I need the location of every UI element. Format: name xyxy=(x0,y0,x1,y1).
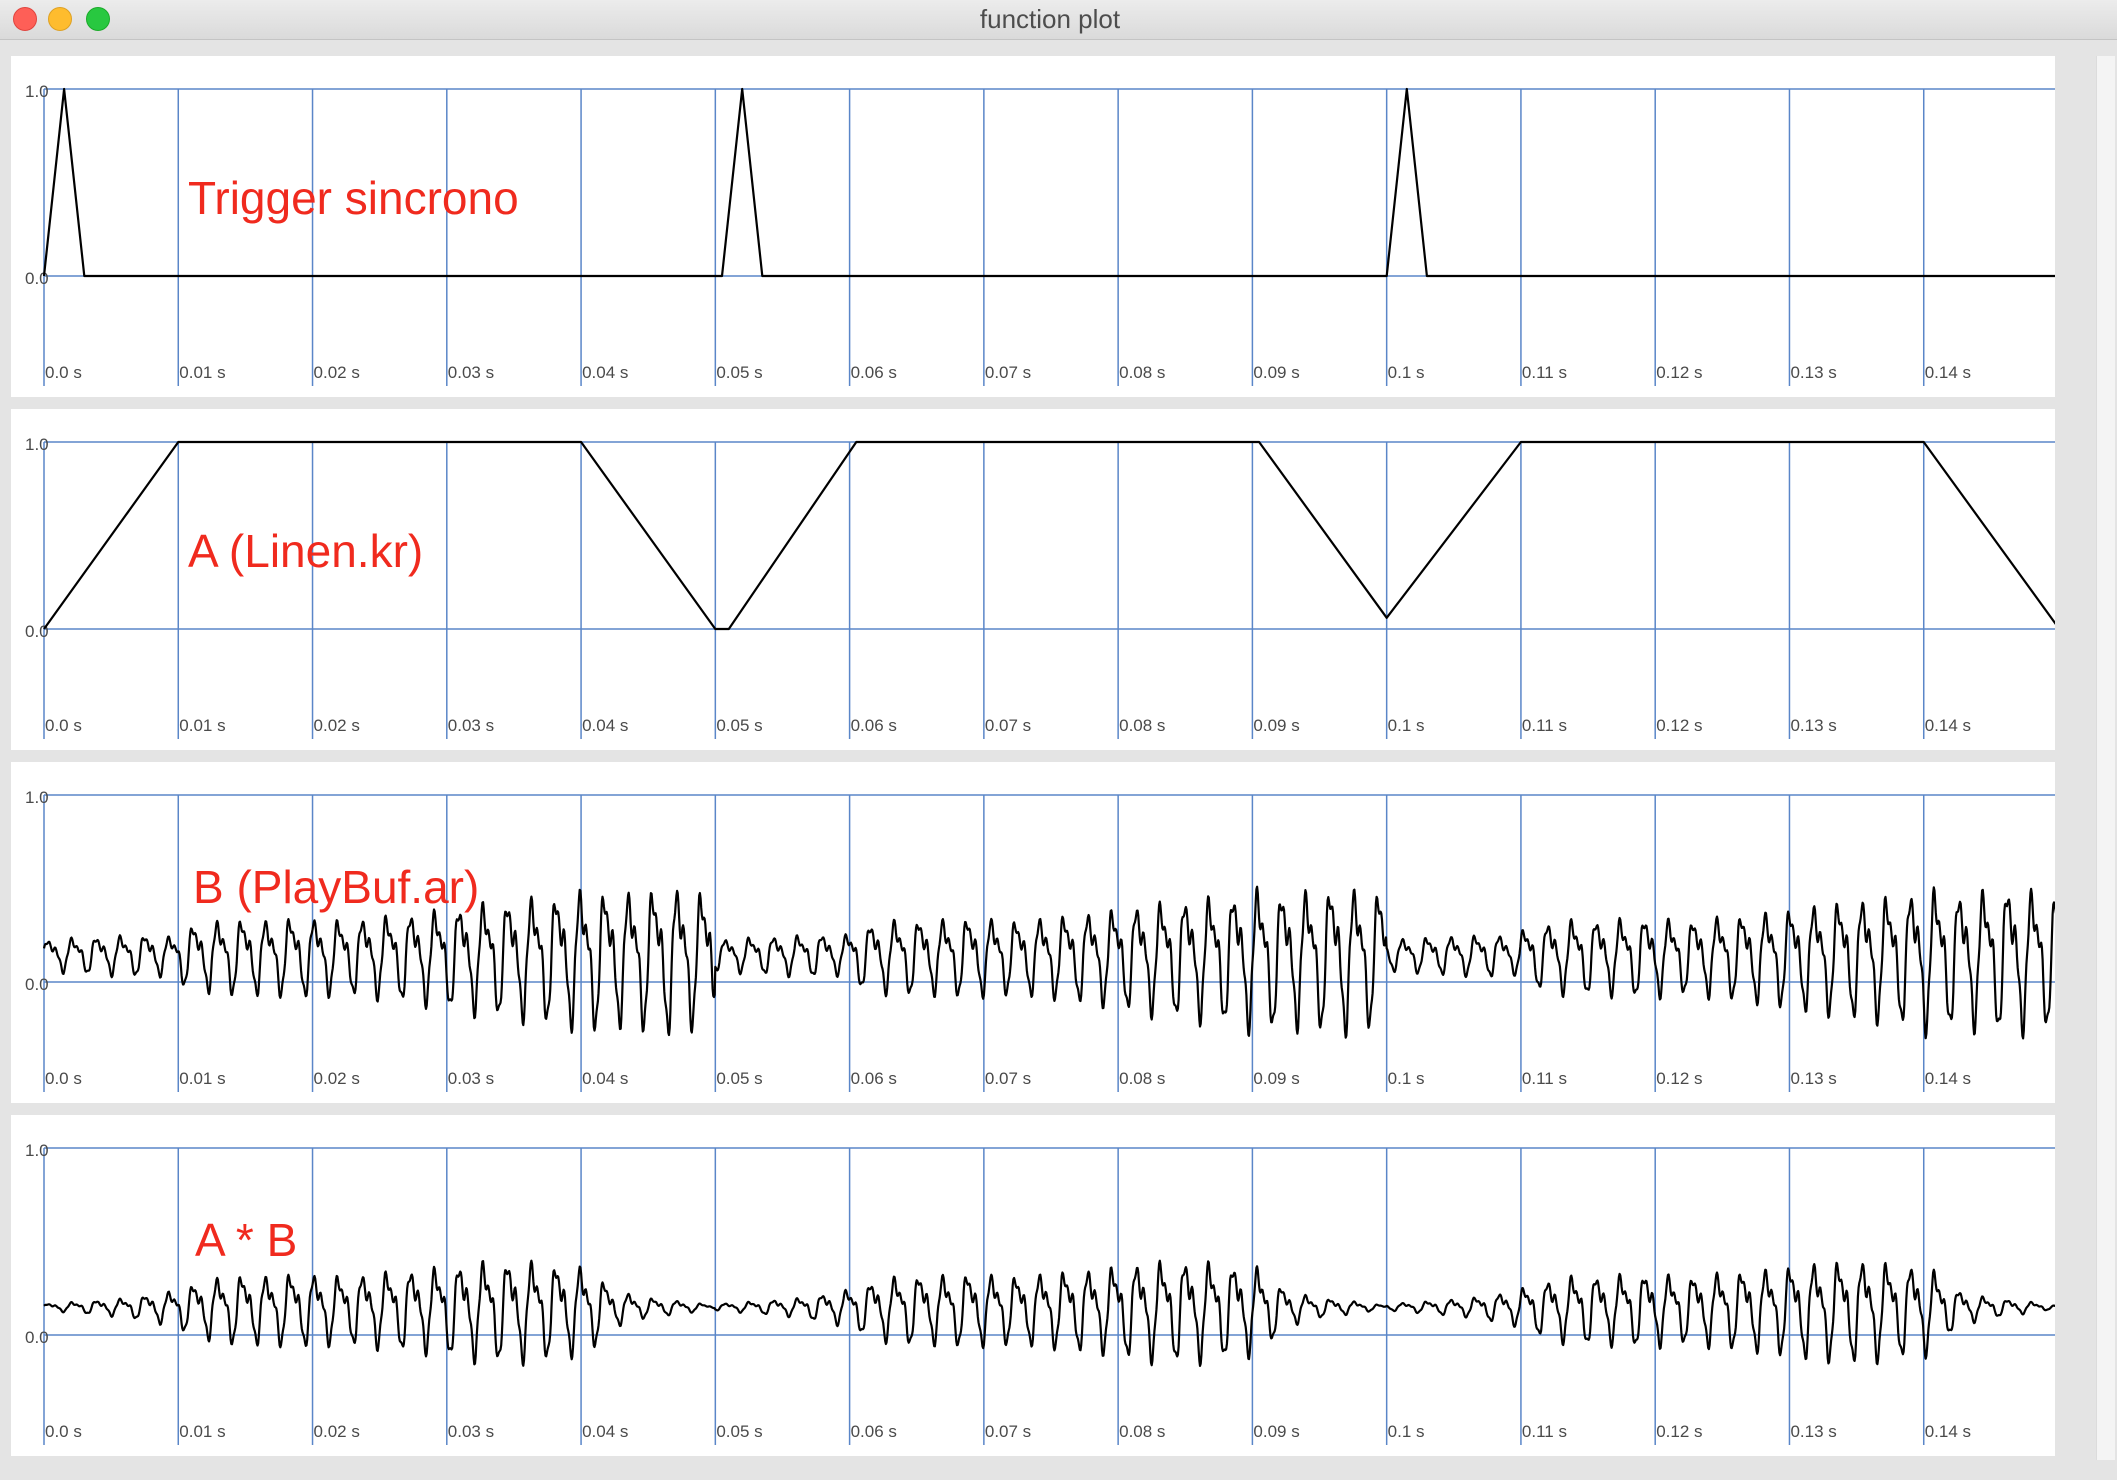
x-tick-label: 0.05 s xyxy=(716,1069,762,1088)
plot-area: 1.0 0.0 0.0 s 0.01 s 0.02 s 0.03 s 0.04 s 0.05 … xyxy=(11,56,2055,1460)
plot-playbuf-svg: 1.0 0.0 0.0 s 0.01 s 0.02 s 0.03 s 0.04 s 0.05 … xyxy=(25,788,2055,1092)
y-tick-label: 0.0 xyxy=(25,975,49,994)
x-tick-label: 0.14 s xyxy=(1925,716,1971,735)
x-tick-label: 0.05 s xyxy=(716,1422,762,1441)
x-tick-label: 0.13 s xyxy=(1790,716,1836,735)
x-tick-label: 0.09 s xyxy=(1253,1422,1299,1441)
x-tick-label: 0.08 s xyxy=(1119,716,1165,735)
plot-linen: 1.0 0.0 0.0 s 0.01 s 0.02 s 0.03 s 0.04 s 0.05 … xyxy=(11,409,2055,750)
x-tick-label: 0.01 s xyxy=(179,716,225,735)
plot-linen-svg: 1.0 0.0 0.0 s 0.01 s 0.02 s 0.03 s 0.04 s 0.05 … xyxy=(25,435,2055,739)
window-title: function plot xyxy=(979,4,1121,34)
x-tick-label: 0.07 s xyxy=(985,1422,1031,1441)
x-tick-label: 0.12 s xyxy=(1656,363,1702,382)
y-tick-label: 1.0 xyxy=(25,788,49,807)
x-tick-label: 0.03 s xyxy=(448,716,494,735)
x-tick-label: 0.04 s xyxy=(582,716,628,735)
x-tick-label: 0.08 s xyxy=(1119,363,1165,382)
plot-label-product: A * B xyxy=(195,1214,298,1266)
x-tick-label: 0.0 s xyxy=(45,1422,82,1441)
x-tick-label: 0.12 s xyxy=(1656,1422,1702,1441)
plot-label-playbuf: B (PlayBuf.ar) xyxy=(193,861,480,913)
x-tick-label: 0.02 s xyxy=(314,1422,360,1441)
plot-trigger-svg: 1.00.00.0 s 0.01 s 0.02 s 0.03 s 0.04 s 0.05 … xyxy=(25,82,2055,386)
plot-playbuf: 1.0 0.0 0.0 s 0.01 s 0.02 s 0.03 s 0.04 s 0.05 … xyxy=(11,762,2055,1103)
y-tick-label: 1.0 xyxy=(25,82,49,101)
x-tick-label: 0.0 s xyxy=(45,716,82,735)
x-tick-label: 0.03 s xyxy=(448,1069,494,1088)
x-tick-label: 0.14 s xyxy=(1925,1069,1971,1088)
x-tick-label: 0.13 s xyxy=(1790,1069,1836,1088)
plot-product-svg: 1.0 0.0 0.0 s 0.01 s 0.02 s 0.03 s 0.04 s 0.05 … xyxy=(25,1141,2055,1445)
x-tick-label: 0.1 s xyxy=(1388,1422,1425,1441)
y-tick-label: 1.0 xyxy=(25,1141,49,1160)
x-tick-label: 0.1 s xyxy=(1388,363,1425,382)
x-tick-label: 0.13 s xyxy=(1790,363,1836,382)
y-tick-label: 0.0 xyxy=(25,1328,49,1347)
vertical-scrollbar[interactable] xyxy=(2096,56,2115,1460)
x-tick-label: 0.11 s xyxy=(1522,1422,1567,1441)
series-line xyxy=(43,1259,2055,1367)
x-tick-label: 0.08 s xyxy=(1119,1069,1165,1088)
x-tick-label: 0.0 s xyxy=(45,363,82,382)
x-tick-label: 0.02 s xyxy=(314,363,360,382)
x-tick-label: 0.11 s xyxy=(1522,1069,1567,1088)
x-tick-label: 0.02 s xyxy=(314,1069,360,1088)
window-titlebar: function plot xyxy=(0,0,2117,40)
x-tick-label: 0.06 s xyxy=(851,363,897,382)
x-tick-label: 0.14 s xyxy=(1925,1422,1971,1441)
x-tick-label: 0.04 s xyxy=(582,363,628,382)
x-tick-label: 0.08 s xyxy=(1119,1422,1165,1441)
x-tick-label: 0.06 s xyxy=(851,1069,897,1088)
x-tick-label: 0.03 s xyxy=(448,363,494,382)
x-tick-label: 0.02 s xyxy=(314,716,360,735)
x-tick-label: 0.01 s xyxy=(179,363,225,382)
y-tick-label: 0.0 xyxy=(25,622,49,641)
x-tick-label: 0.11 s xyxy=(1522,716,1567,735)
x-tick-label: 0.09 s xyxy=(1253,1069,1299,1088)
x-tick-label: 0.07 s xyxy=(985,1069,1031,1088)
x-tick-label: 0.05 s xyxy=(716,363,762,382)
plot-trigger: 1.0 0.0 0.0 s 0.01 s 0.02 s 0.03 s 0.04 s 0.05 … xyxy=(11,56,2055,397)
x-tick-label: 0.04 s xyxy=(582,1069,628,1088)
x-tick-label: 0.12 s xyxy=(1656,1069,1702,1088)
x-tick-label: 0.09 s xyxy=(1253,716,1299,735)
x-tick-label: 0.01 s xyxy=(179,1069,225,1088)
x-tick-label: 0.07 s xyxy=(985,363,1031,382)
y-tick-label: 1.0 xyxy=(25,435,49,454)
x-tick-label: 0.0 s xyxy=(45,1069,82,1088)
x-tick-label: 0.12 s xyxy=(1656,716,1702,735)
x-tick-label: 0.06 s xyxy=(851,1422,897,1441)
plot-product: 1.0 0.0 0.0 s 0.01 s 0.02 s 0.03 s 0.04 s 0.05 … xyxy=(11,1115,2055,1456)
x-tick-label: 0.03 s xyxy=(448,1422,494,1441)
x-tick-label: 0.01 s xyxy=(179,1422,225,1441)
x-tick-label: 0.13 s xyxy=(1790,1422,1836,1441)
x-tick-label: 0.1 s xyxy=(1388,1069,1425,1088)
x-tick-label: 0.09 s xyxy=(1253,363,1299,382)
x-tick-label: 0.14 s xyxy=(1925,363,1971,382)
x-tick-label: 0.11 s xyxy=(1522,363,1567,382)
x-tick-label: 0.06 s xyxy=(851,716,897,735)
x-tick-label: 0.05 s xyxy=(716,716,762,735)
plot-label-trigger: Trigger sincrono xyxy=(188,172,519,224)
x-tick-label: 0.04 s xyxy=(582,1422,628,1441)
plot-label-linen: A (Linen.kr) xyxy=(188,525,424,577)
x-tick-label: 0.1 s xyxy=(1388,716,1425,735)
x-tick-label: 0.07 s xyxy=(985,716,1031,735)
